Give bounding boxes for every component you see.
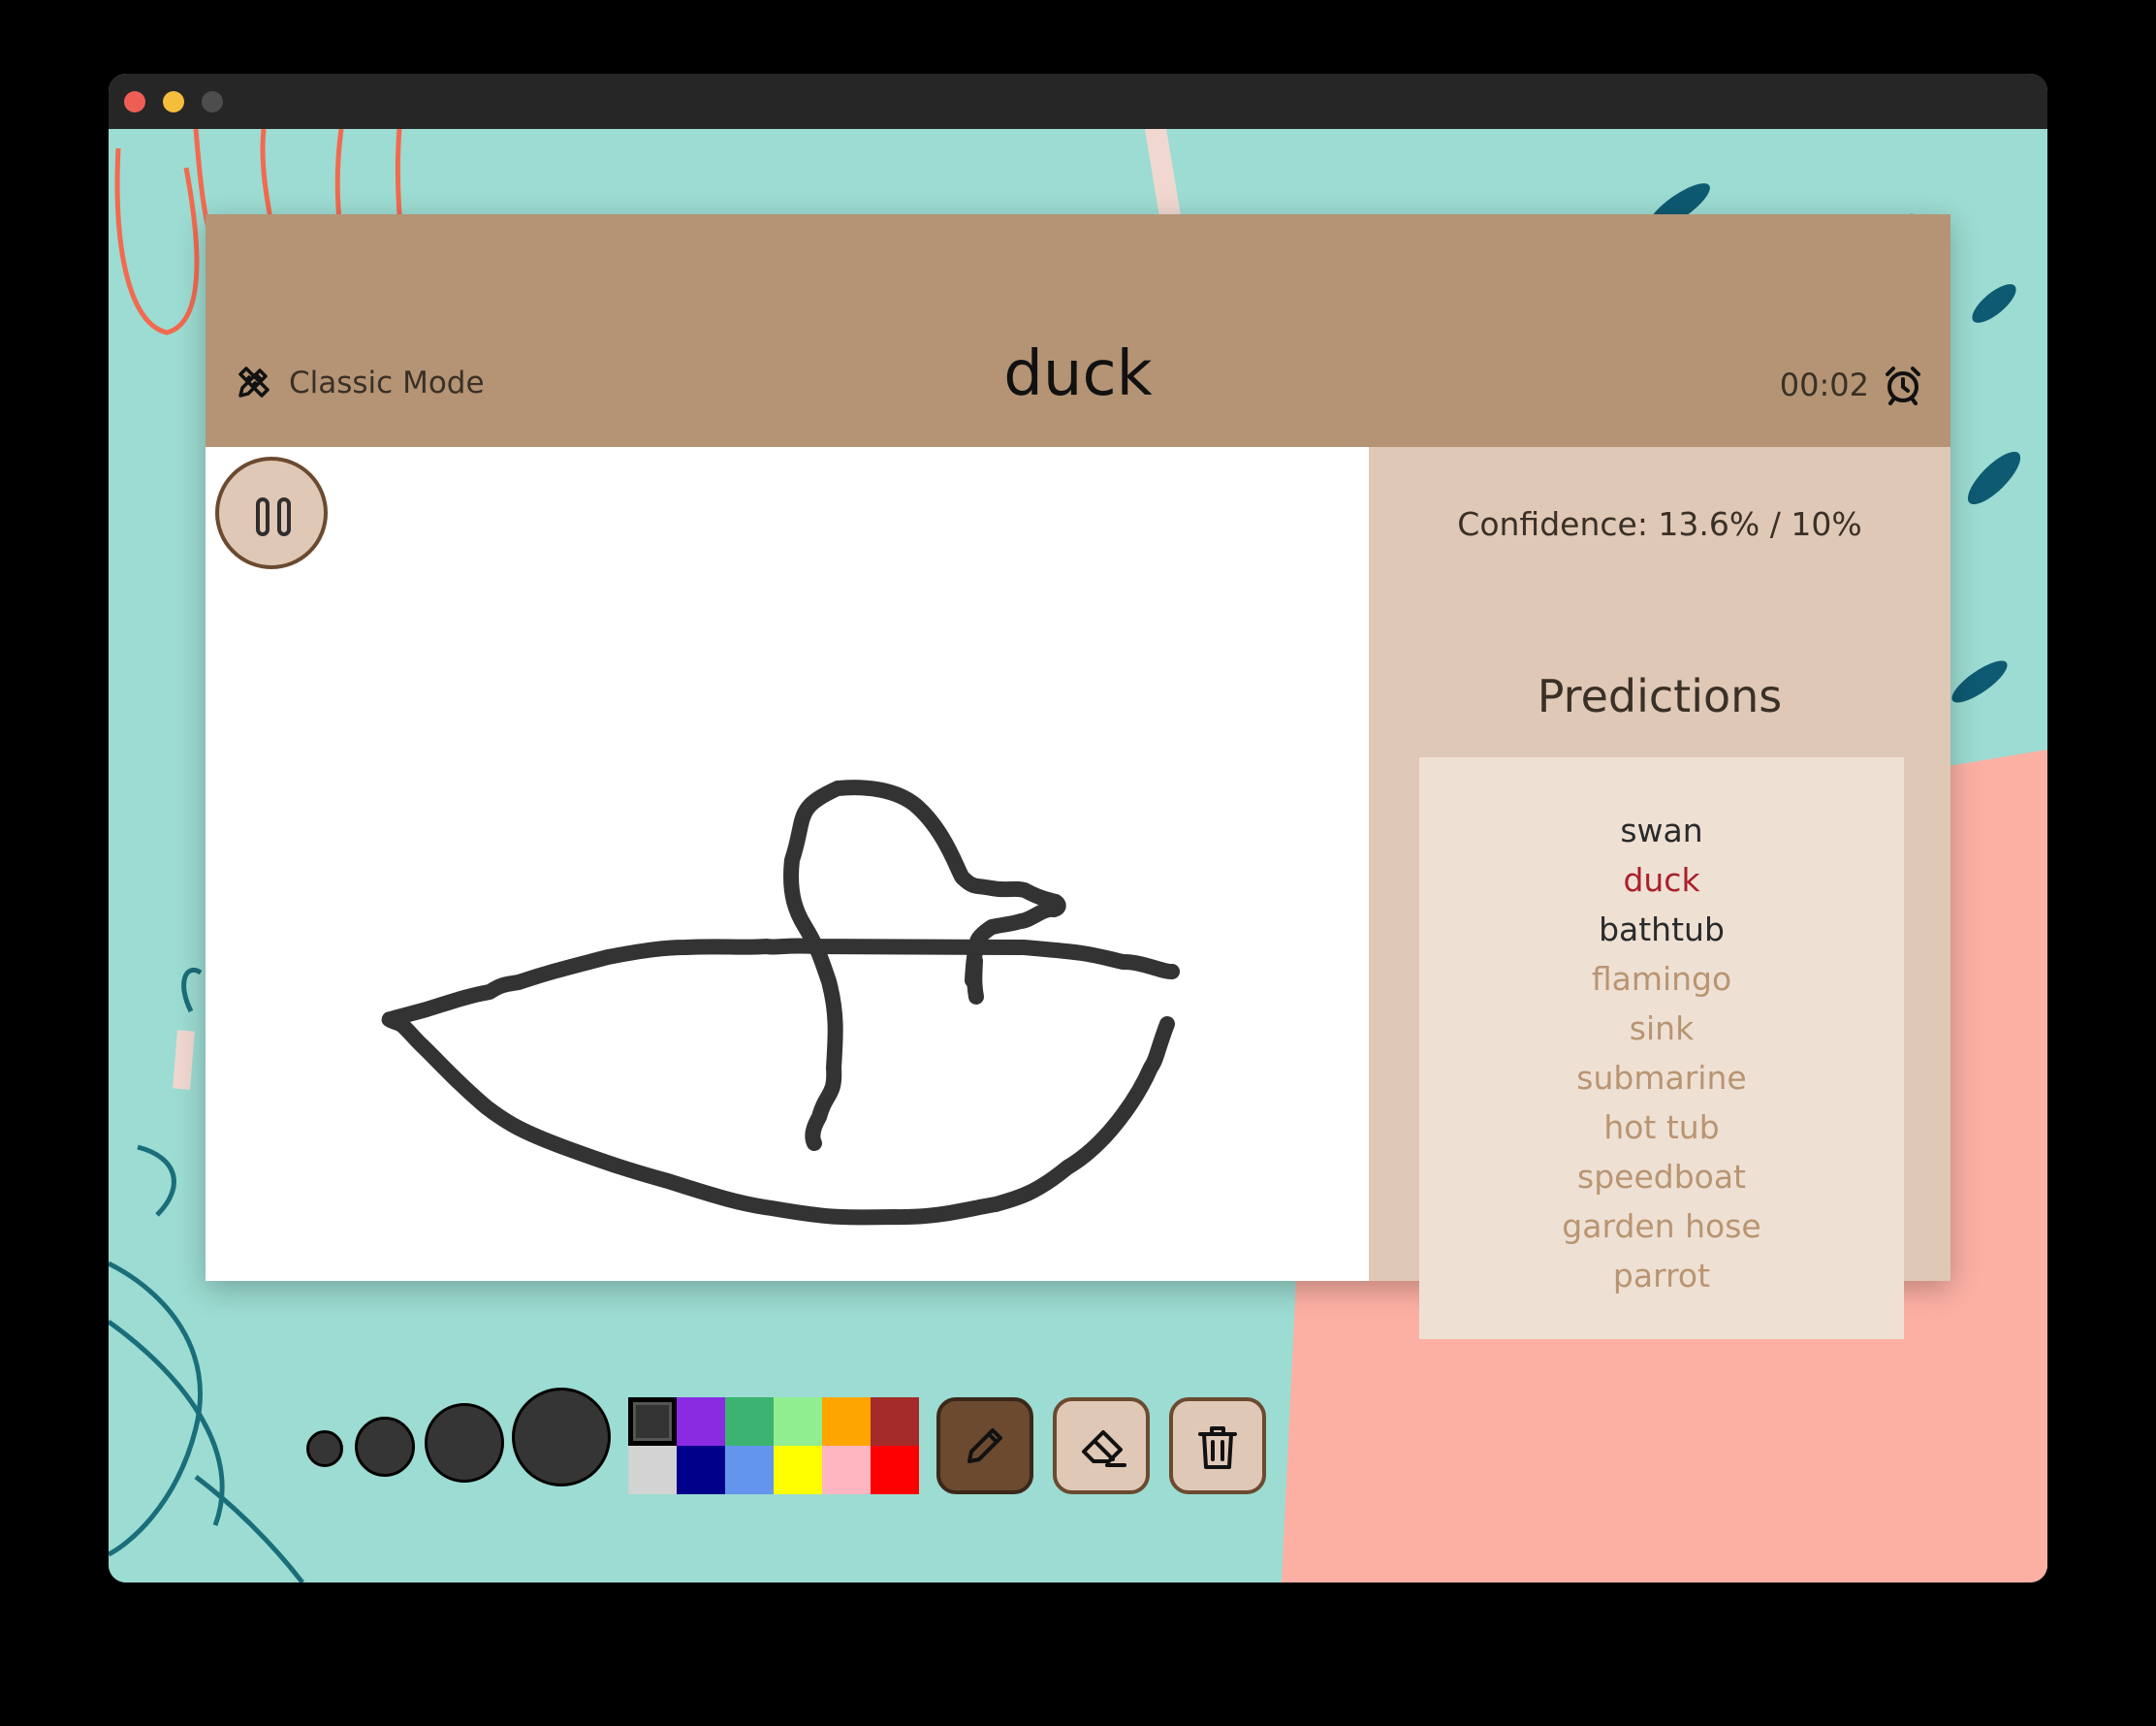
prediction-item: submarine — [1576, 1059, 1747, 1097]
close-window-button[interactable] — [124, 91, 145, 112]
prediction-item: duck — [1623, 861, 1700, 899]
timer-value: 00:02 — [1779, 367, 1869, 403]
confidence-readout: Confidence: 13.6% / 10% — [1457, 505, 1862, 543]
eraser-icon — [1082, 1430, 1126, 1467]
color-swatch[interactable] — [677, 1446, 725, 1494]
brush-size-extra-large[interactable] — [512, 1388, 611, 1486]
color-palette — [628, 1397, 919, 1494]
pause-icon — [256, 497, 270, 536]
color-swatch[interactable] — [871, 1446, 919, 1494]
prediction-item: hot tub — [1603, 1108, 1720, 1146]
color-swatch[interactable] — [677, 1397, 725, 1446]
duck-sketch — [381, 780, 1180, 1226]
pause-icon-bar — [277, 497, 291, 536]
color-swatch[interactable] — [628, 1397, 677, 1446]
minimize-window-button[interactable] — [163, 91, 184, 112]
game-card: Classic Mode duck 00:02 Confidence: 13.6… — [206, 214, 1950, 1494]
zoom-window-button[interactable] — [202, 91, 223, 112]
prediction-item: parrot — [1612, 1257, 1711, 1294]
color-swatch[interactable] — [725, 1397, 774, 1446]
header: Classic Mode duck 00:02 — [206, 214, 1950, 447]
color-swatch[interactable] — [725, 1446, 774, 1494]
prediction-item: flamingo — [1591, 960, 1732, 998]
timer: 00:02 — [1780, 365, 1923, 405]
trash-icon — [1198, 1426, 1237, 1469]
drawing-canvas[interactable] — [206, 447, 1369, 1494]
predictions-title: Predictions — [1537, 670, 1783, 722]
brush-size-small[interactable] — [306, 1430, 343, 1467]
eraser-tool-button[interactable] — [1053, 1397, 1150, 1494]
predictions-list: swan duck bathtub flamingo sink submarine hot … — [1419, 757, 1904, 1339]
color-swatch[interactable] — [871, 1397, 919, 1446]
target-word: duck — [1003, 338, 1153, 410]
color-swatch[interactable] — [628, 1446, 677, 1494]
clear-canvas-button[interactable] — [1169, 1397, 1266, 1494]
pause-button[interactable] — [215, 457, 328, 569]
alarm-clock-icon — [1886, 367, 1920, 405]
prediction-item: speedboat — [1577, 1158, 1746, 1196]
brush-size-large[interactable] — [425, 1403, 504, 1483]
color-swatch[interactable] — [774, 1397, 822, 1446]
predictions-panel: Confidence: 13.6% / 10% Predictions swan… — [1369, 447, 1950, 1339]
prediction-item: swan — [1620, 812, 1703, 849]
prediction-item: sink — [1629, 1009, 1695, 1047]
app-window: Classic Mode duck 00:02 Confidence: 13.6… — [109, 74, 2047, 1582]
color-swatch[interactable] — [822, 1446, 871, 1494]
pen-tool-button[interactable] — [936, 1397, 1033, 1494]
color-swatch[interactable] — [822, 1397, 871, 1446]
pencil-icon — [967, 1428, 1002, 1463]
prediction-item: garden hose — [1562, 1207, 1761, 1245]
title-bar — [109, 74, 2047, 129]
prediction-item: bathtub — [1599, 911, 1725, 948]
color-swatch[interactable] — [774, 1446, 822, 1494]
brush-size-medium[interactable] — [355, 1417, 415, 1477]
